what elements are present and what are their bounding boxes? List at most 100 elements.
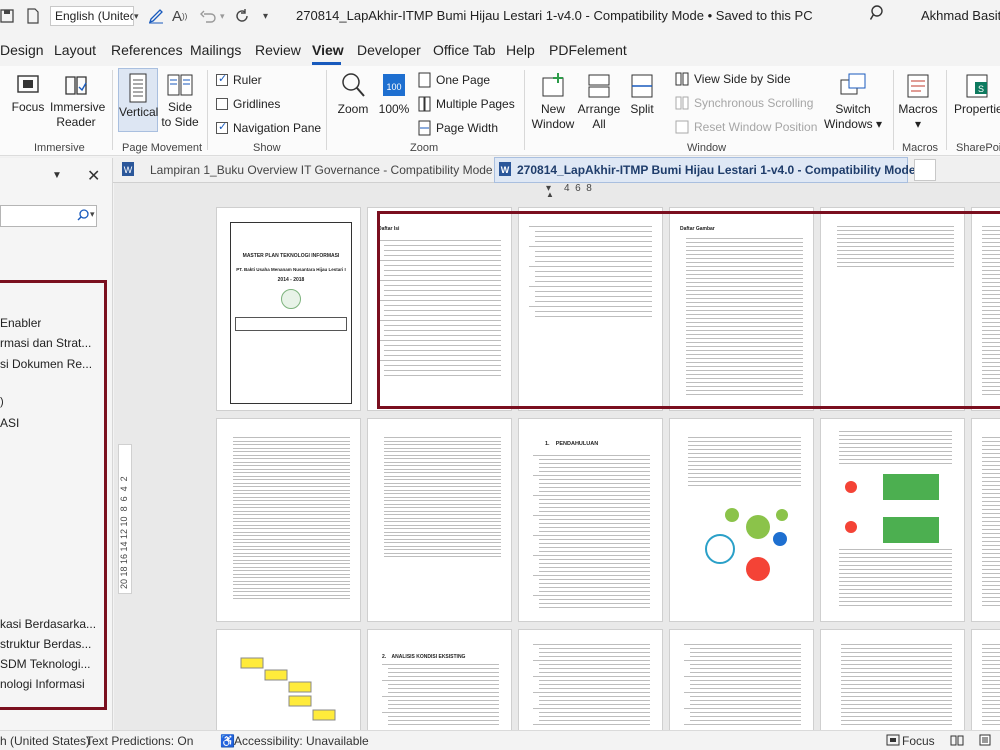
focus-mode-label[interactable]: Focus xyxy=(902,734,935,748)
tab-design[interactable]: Design xyxy=(0,42,44,58)
text-predictions-status[interactable]: Text Predictions: On xyxy=(86,734,193,748)
tab-layout[interactable]: Layout xyxy=(54,42,96,58)
accessibility-status[interactable]: Accessibility: Unavailable xyxy=(234,734,369,748)
focus-mode-icon[interactable] xyxy=(886,734,900,749)
text-line xyxy=(384,451,501,452)
text-line xyxy=(388,716,499,717)
new-window-button[interactable]: New Window xyxy=(530,72,576,132)
language-status[interactable]: h (United States) xyxy=(0,734,90,748)
gridlines-checkbox[interactable]: Gridlines xyxy=(216,97,280,111)
nav-heading-item[interactable]: kasi Berdasarka... xyxy=(0,617,96,631)
reset-window-position-button[interactable]: Reset Window Position xyxy=(675,120,817,134)
zoom-button[interactable]: Zoom xyxy=(333,72,373,117)
new-tab-button[interactable] xyxy=(914,159,936,181)
page-flowchart[interactable] xyxy=(216,629,361,730)
tab-pdfelement[interactable]: PDFelement xyxy=(549,42,627,58)
book-icon xyxy=(65,76,87,95)
font-size-icon[interactable]: A)) xyxy=(172,6,187,26)
one-page-button[interactable]: One Page xyxy=(418,72,490,88)
document-tab-laporan[interactable]: W 270814_LapAkhir-ITMP Bumi Hijau Lestar… xyxy=(494,157,916,183)
tab-help[interactable]: Help xyxy=(506,42,535,58)
page-partial-2[interactable] xyxy=(971,418,1000,622)
undo-dropdown-icon[interactable]: ▾ xyxy=(220,6,225,26)
text-line xyxy=(233,465,350,466)
nav-heading-item[interactable]: rmasi dan Strat... xyxy=(0,336,91,350)
search-icon[interactable] xyxy=(77,209,89,224)
language-select[interactable]: English (Unitec xyxy=(50,6,134,26)
nav-heading-item[interactable]: si Dokumen Re... xyxy=(0,357,92,371)
page-tables-2[interactable] xyxy=(367,418,512,622)
nav-pane-options-icon[interactable]: ▼ xyxy=(52,170,62,181)
tab-references[interactable]: References xyxy=(111,42,183,58)
undo-icon[interactable] xyxy=(200,6,216,26)
nav-heading-item[interactable]: ) xyxy=(0,396,4,408)
arrange-all-button[interactable]: Arrange All xyxy=(577,72,621,132)
redo-icon[interactable] xyxy=(234,6,250,26)
tab-view[interactable]: View xyxy=(312,42,344,58)
chevron-down-icon[interactable]: ▾ xyxy=(90,209,95,220)
tab-office-tab[interactable]: Office Tab xyxy=(433,42,496,58)
read-mode-icon[interactable] xyxy=(950,734,964,749)
nav-heading-item[interactable]: ASI xyxy=(0,416,19,430)
macros-button[interactable]: Macros ▾ xyxy=(896,72,940,132)
close-icon[interactable]: ✕ xyxy=(87,166,100,186)
user-name[interactable]: Akhmad Basith xyxy=(921,8,1000,23)
macros-dropdown-icon[interactable]: ▾ xyxy=(915,117,921,131)
save-icon[interactable] xyxy=(0,6,14,26)
page-partial-3[interactable] xyxy=(971,629,1000,730)
chevron-down-icon[interactable]: ▾ xyxy=(134,6,142,26)
text-line xyxy=(841,696,952,697)
switch-windows-button[interactable]: Switch Windows ▾ xyxy=(822,72,884,132)
document-tab-lampiran[interactable]: W Lampiran 1_Buku Overview IT Governance… xyxy=(118,157,493,183)
page-analysis-3[interactable] xyxy=(669,629,814,730)
customize-toolbar-icon[interactable]: ▾ xyxy=(263,6,268,26)
synchronous-scrolling-button[interactable]: Synchronous Scrolling xyxy=(675,96,813,110)
nav-search-input[interactable]: ▾ xyxy=(0,205,97,227)
document-icon[interactable] xyxy=(26,6,40,26)
text-line xyxy=(233,507,350,508)
tab-developer[interactable]: Developer xyxy=(357,42,421,58)
page-diagram-2[interactable] xyxy=(820,418,965,622)
page-intro[interactable]: 1. PENDAHULUAN xyxy=(518,418,663,622)
view-side-by-side-button[interactable]: View Side by Side xyxy=(675,72,791,86)
navigation-pane-checkbox[interactable]: Navigation Pane xyxy=(216,120,321,135)
pen-icon[interactable] xyxy=(148,6,164,26)
properties-button[interactable]: S Properties xyxy=(950,72,1000,117)
multiple-pages-button[interactable]: Multiple Pages xyxy=(418,96,515,112)
page-tables-1[interactable] xyxy=(216,418,361,622)
text-line xyxy=(384,489,501,491)
side-to-side-button[interactable]: Side to Side xyxy=(160,72,200,130)
checkbox-checked[interactable] xyxy=(216,120,228,134)
tab-mailings[interactable]: Mailings xyxy=(190,42,241,58)
nav-heading-item[interactable]: Enabler xyxy=(0,316,41,330)
text-line xyxy=(233,451,350,452)
search-icon[interactable] xyxy=(869,5,886,26)
print-layout-icon[interactable] xyxy=(978,734,992,749)
document-canvas[interactable]: ▾ 4 6 8 ▲ MASTER PLAN TEKNOLOGI INFORMAS… xyxy=(114,183,1000,730)
page-diagram-1[interactable] xyxy=(669,418,814,622)
accessibility-icon[interactable]: ♿ xyxy=(220,734,235,748)
text-line xyxy=(539,704,650,705)
text-line xyxy=(982,708,1000,709)
page-width-button[interactable]: Page Width xyxy=(418,120,498,136)
focus-button[interactable]: Focus xyxy=(8,72,48,115)
split-button[interactable]: Split xyxy=(624,72,660,117)
tab-review[interactable]: Review xyxy=(255,42,301,58)
page-highlight-box xyxy=(377,211,1000,409)
page-analysis[interactable]: 2. ANALISIS KONDISI EKSISTING xyxy=(367,629,512,730)
immersive-reader-button[interactable]: Immersive Reader xyxy=(50,72,105,130)
ruler-indent-marker[interactable]: ▲ xyxy=(546,190,554,199)
page-cover[interactable]: MASTER PLAN TEKNOLOGI INFORMASI PT. Bakt… xyxy=(216,207,361,411)
nav-heading-item[interactable]: nologi Informasi xyxy=(0,677,85,691)
nav-heading-item[interactable]: SDM Teknologi... xyxy=(0,657,91,671)
page-analysis-4[interactable] xyxy=(820,629,965,730)
text-line xyxy=(533,660,650,661)
checkbox-unchecked[interactable] xyxy=(216,98,228,110)
ruler-checkbox[interactable]: Ruler xyxy=(216,72,262,87)
zoom-100-button[interactable]: 100 100% xyxy=(376,72,412,117)
vertical-button[interactable]: Vertical xyxy=(118,68,158,132)
text-line xyxy=(384,472,501,473)
nav-heading-item[interactable]: struktur Berdas... xyxy=(0,637,91,651)
checkbox-checked[interactable] xyxy=(216,72,228,86)
page-analysis-2[interactable] xyxy=(518,629,663,730)
